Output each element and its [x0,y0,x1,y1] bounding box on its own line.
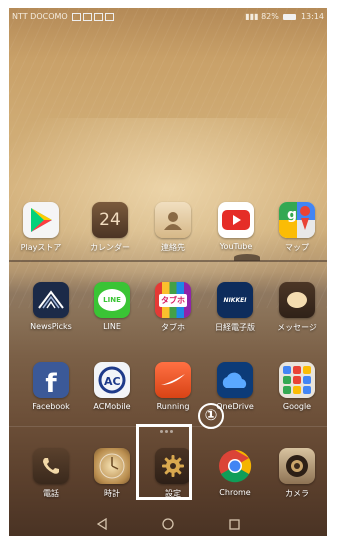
app-label: 電話 [43,489,59,498]
app-label: カレンダー [90,243,130,252]
app-play-store[interactable]: Playストア [11,202,71,253]
chrome-icon [217,448,253,484]
battery-percent: 82% [261,12,279,21]
app-label: LINE [103,322,121,331]
nikkei-icon: NIKKEI [217,282,253,318]
app-line[interactable]: LINE LINE [82,282,142,331]
facebook-icon: f [33,362,69,398]
app-nikkei[interactable]: NIKKEI 日経電子版 [205,282,265,333]
app-facebook[interactable]: f Facebook [21,362,81,411]
app-label: マップ [285,243,309,252]
app-acmobile[interactable]: AC ACMobile [82,362,142,411]
google-folder-icon [279,362,315,398]
app-youtube[interactable]: YouTube [206,202,266,251]
wallpaper-islet [234,254,260,261]
dock-clock[interactable]: 時計 [82,448,142,499]
settings-highlight-box [136,424,192,500]
app-label: タブホ [161,323,185,332]
app-label: NewsPicks [30,322,72,331]
message-icon [279,282,315,318]
dock-chrome[interactable]: Chrome [205,448,265,497]
app-label: Playストア [20,243,62,252]
wallpaper-horizon [9,260,327,262]
recents-icon[interactable] [222,514,246,534]
home-icon[interactable] [156,514,180,534]
back-icon[interactable] [90,514,114,534]
clock-icon [94,448,130,484]
app-calendar[interactable]: 24 カレンダー [80,202,140,253]
app-running[interactable]: Running [143,362,203,411]
app-label: Chrome [219,488,251,497]
play-store-icon [23,202,59,238]
app-contacts[interactable]: 連絡先 [143,202,203,253]
calendar-icon: 24 [92,202,128,238]
camera-icon [279,448,315,484]
status-bar: NTT DOCOMO ▮▮▮ 82% 13:14 [9,8,327,26]
contacts-icon [155,202,191,238]
nikkei-badge-text: NIKKEI [223,296,247,304]
app-label: 日経電子版 [215,323,255,332]
youtube-icon [218,202,254,238]
app-message[interactable]: メッセージ [267,282,327,333]
status-right: ▮▮▮ 82% 13:14 [245,8,324,26]
clock-time: 13:14 [300,12,324,21]
app-label: YouTube [219,242,253,251]
running-icon [155,362,191,398]
app-label: Running [156,402,190,411]
notification-icons [70,12,115,21]
tabuho-icon: タブホ [155,282,191,318]
app-label: Google [282,402,312,411]
phone-icon [33,448,69,484]
app-newspicks[interactable]: NewsPicks [21,282,81,331]
svg-text:AC: AC [104,375,121,388]
app-label: ACMobile [93,402,131,411]
line-icon: LINE [94,282,130,318]
status-left: NTT DOCOMO [12,8,115,26]
battery-icon [283,13,297,20]
app-label: 連絡先 [161,243,185,252]
dock-phone[interactable]: 電話 [21,448,81,499]
app-google-folder[interactable]: Google [267,362,327,411]
onedrive-icon [217,362,253,398]
svg-text:g: g [287,207,297,223]
line-badge-text: LINE [103,296,121,304]
newspicks-icon [33,282,69,318]
carrier-label: NTT DOCOMO [12,12,68,21]
acmobile-icon: AC [94,362,130,398]
app-label: カメラ [285,489,309,498]
dock-camera[interactable]: カメラ [267,448,327,499]
calendar-date: 24 [99,210,121,230]
navigation-bar [9,512,327,536]
maps-icon: g [279,202,315,238]
signal-icon: ▮▮▮ [245,12,259,21]
app-label: メッセージ [277,323,317,332]
app-maps[interactable]: g マップ [267,202,327,253]
app-tabuho[interactable]: タブホ タブホ [143,282,203,333]
app-label: 時計 [104,489,120,498]
step-marker: ① [198,403,224,429]
tabuho-badge-text: タブホ [159,293,187,307]
app-label: Facebook [32,402,70,411]
